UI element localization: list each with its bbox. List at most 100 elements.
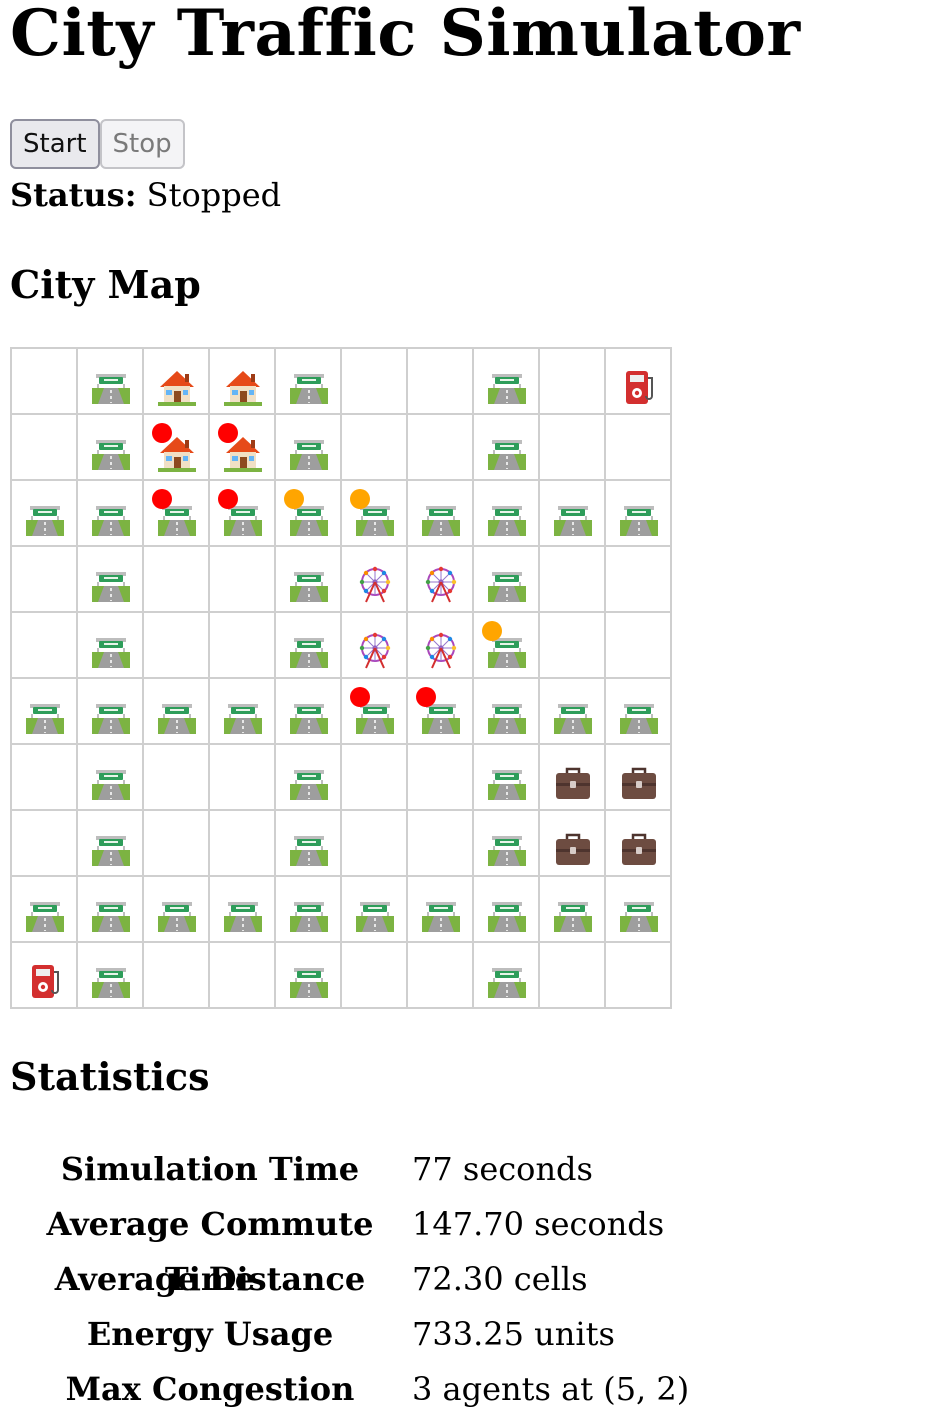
road-icon <box>26 896 64 934</box>
stop-button[interactable]: Stop <box>99 119 185 169</box>
road-icon <box>620 698 658 736</box>
map-cell-5-9 <box>606 679 672 745</box>
agent-marker-orange <box>482 621 502 641</box>
map-cell-7-5 <box>342 811 408 877</box>
stat-value: 733.25 units <box>412 1315 615 1353</box>
agent-marker-orange <box>284 489 304 509</box>
map-cell-9-0 <box>12 943 78 1009</box>
map-cell-2-5 <box>342 481 408 547</box>
map-cell-4-6 <box>408 613 474 679</box>
map-cell-4-7 <box>474 613 540 679</box>
start-button[interactable]: Start <box>10 119 100 169</box>
map-cell-7-1 <box>78 811 144 877</box>
stat-row: Max Congestion 3 agents at (5, 2) <box>10 1362 690 1417</box>
road-icon <box>488 368 526 406</box>
stat-label: Max Congestion <box>65 1370 355 1408</box>
map-cell-6-1 <box>78 745 144 811</box>
agent-marker-red <box>350 687 370 707</box>
agent-marker-red <box>218 489 238 509</box>
map-cell-1-1 <box>78 415 144 481</box>
map-cell-8-2 <box>144 877 210 943</box>
map-cell-3-0 <box>12 547 78 613</box>
map-cell-0-3 <box>210 349 276 415</box>
ferris-wheel-icon <box>356 632 394 670</box>
map-cell-7-3 <box>210 811 276 877</box>
map-cell-8-3 <box>210 877 276 943</box>
map-cell-6-2 <box>144 745 210 811</box>
road-icon <box>488 698 526 736</box>
map-cell-0-1 <box>78 349 144 415</box>
map-cell-6-3 <box>210 745 276 811</box>
road-icon <box>620 896 658 934</box>
stat-label: Simulation Time <box>60 1150 360 1188</box>
road-icon <box>92 368 130 406</box>
map-cell-5-5 <box>342 679 408 745</box>
map-cell-1-4 <box>276 415 342 481</box>
stat-row: Average Commute Time 147.70 seconds <box>10 1197 689 1298</box>
map-cell-0-7 <box>474 349 540 415</box>
road-icon <box>92 566 130 604</box>
map-cell-1-5 <box>342 415 408 481</box>
road-icon <box>290 566 328 604</box>
map-cell-2-9 <box>606 481 672 547</box>
road-icon <box>422 896 460 934</box>
map-cell-4-1 <box>78 613 144 679</box>
map-cell-2-4 <box>276 481 342 547</box>
page-title: City Traffic Simulator <box>10 0 801 71</box>
map-cell-0-6 <box>408 349 474 415</box>
simulation-controls: Start Stop <box>10 119 185 169</box>
map-cell-1-3 <box>210 415 276 481</box>
road-icon <box>488 566 526 604</box>
map-cell-7-0 <box>12 811 78 877</box>
road-icon <box>356 896 394 934</box>
city-map-grid <box>10 347 672 1009</box>
map-cell-5-4 <box>276 679 342 745</box>
map-cell-6-9 <box>606 745 672 811</box>
map-cell-6-7 <box>474 745 540 811</box>
map-cell-0-8 <box>540 349 606 415</box>
map-cell-5-1 <box>78 679 144 745</box>
map-cell-1-0 <box>12 415 78 481</box>
stat-label: Average Distance <box>54 1260 366 1298</box>
map-cell-9-6 <box>408 943 474 1009</box>
map-cell-1-7 <box>474 415 540 481</box>
map-cell-2-2 <box>144 481 210 547</box>
map-cell-0-9 <box>606 349 672 415</box>
road-icon <box>92 500 130 538</box>
road-icon <box>290 962 328 1000</box>
road-icon <box>26 500 64 538</box>
stat-row: Average Distance 72.30 cells <box>10 1252 689 1307</box>
road-icon <box>158 698 196 736</box>
map-cell-9-5 <box>342 943 408 1009</box>
map-cell-7-6 <box>408 811 474 877</box>
map-cell-6-0 <box>12 745 78 811</box>
map-cell-1-6 <box>408 415 474 481</box>
road-icon <box>92 896 130 934</box>
map-cell-3-2 <box>144 547 210 613</box>
map-cell-8-4 <box>276 877 342 943</box>
road-icon <box>92 632 130 670</box>
map-cell-1-2 <box>144 415 210 481</box>
map-cell-9-4 <box>276 943 342 1009</box>
map-cell-6-5 <box>342 745 408 811</box>
fuel-pump-icon <box>26 962 64 1000</box>
road-icon <box>290 368 328 406</box>
map-cell-9-7 <box>474 943 540 1009</box>
stat-label: Average Commute Time <box>46 1205 374 1298</box>
map-cell-5-0 <box>12 679 78 745</box>
map-cell-5-3 <box>210 679 276 745</box>
stat-value: 72.30 cells <box>412 1260 588 1298</box>
map-cell-3-6 <box>408 547 474 613</box>
road-icon <box>554 896 592 934</box>
map-cell-4-9 <box>606 613 672 679</box>
road-icon <box>488 434 526 472</box>
map-cell-3-8 <box>540 547 606 613</box>
map-cell-3-9 <box>606 547 672 613</box>
city-map-title: City Map <box>10 262 201 307</box>
road-icon <box>488 500 526 538</box>
map-cell-3-5 <box>342 547 408 613</box>
map-cell-2-3 <box>210 481 276 547</box>
map-cell-3-3 <box>210 547 276 613</box>
map-cell-4-2 <box>144 613 210 679</box>
road-icon <box>92 434 130 472</box>
